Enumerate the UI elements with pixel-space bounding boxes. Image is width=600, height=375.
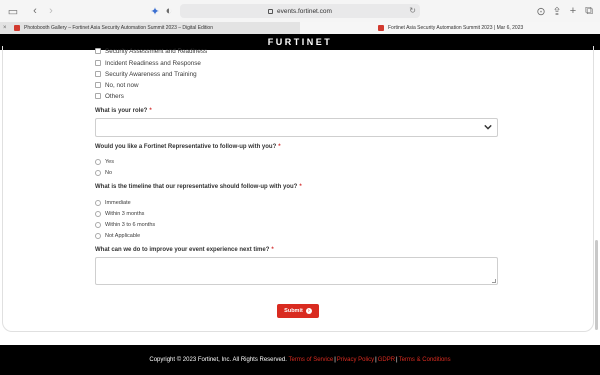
tab-photobooth-gallery[interactable]: × Photobooth Gallery – Fortinet Asia Sec… bbox=[0, 22, 300, 34]
required-mark: * bbox=[271, 247, 274, 253]
checkbox-label: Security Assessment and Readiness bbox=[105, 47, 208, 55]
checkbox[interactable] bbox=[95, 71, 101, 77]
close-icon[interactable]: × bbox=[3, 25, 7, 31]
site-footer: Copyright © 2023 Fortinet, Inc. All Righ… bbox=[0, 345, 600, 375]
download-icon[interactable]: ⊙ bbox=[536, 4, 546, 18]
separator: | bbox=[334, 357, 336, 363]
submit-button[interactable]: Submit › bbox=[277, 304, 319, 318]
separator: | bbox=[396, 357, 398, 363]
checkbox-option[interactable]: No, not now bbox=[95, 81, 139, 89]
tab-title: Fortinet Asia Security Automation Summit… bbox=[388, 25, 524, 31]
checkbox-label: Incident Readiness and Response bbox=[105, 59, 201, 67]
radio-option[interactable]: Immediate bbox=[95, 199, 131, 207]
role-question: What is your role? * bbox=[95, 108, 152, 114]
share-icon[interactable]: ⇪ bbox=[552, 4, 562, 18]
checkbox-option[interactable]: Security Assessment and Readiness bbox=[95, 47, 207, 55]
required-mark: * bbox=[299, 184, 302, 190]
copyright-text: Copyright © 2023 Fortinet, Inc. All Righ… bbox=[149, 357, 287, 363]
radio-option[interactable]: Yes bbox=[95, 158, 114, 166]
question-text: What can we do to improve your event exp… bbox=[95, 247, 270, 253]
radio-button[interactable] bbox=[95, 211, 101, 217]
form-container: Security Assessment and Readiness Incide… bbox=[0, 46, 600, 334]
radio-button[interactable] bbox=[95, 159, 101, 165]
radio-label: Within 3 to 6 months bbox=[105, 222, 156, 228]
radio-option[interactable]: Not Applicable bbox=[95, 232, 140, 240]
submit-label: Submit bbox=[284, 308, 303, 314]
shield-icon[interactable]: ◐ bbox=[164, 4, 174, 18]
terms-of-service-link[interactable]: Terms of Service bbox=[289, 357, 334, 363]
fortinet-favicon-icon bbox=[378, 25, 384, 31]
checkbox-option[interactable]: Incident Readiness and Response bbox=[95, 59, 201, 67]
new-tab-icon[interactable]: + bbox=[568, 4, 578, 18]
reload-icon[interactable]: ↻ bbox=[409, 6, 416, 15]
question-text: What is your role? bbox=[95, 108, 148, 114]
required-mark: * bbox=[149, 108, 152, 114]
checkbox[interactable] bbox=[95, 60, 101, 66]
radio-option[interactable]: Within 3 to 6 months bbox=[95, 221, 155, 229]
resize-handle-icon[interactable] bbox=[492, 279, 496, 283]
lock-icon bbox=[268, 8, 274, 14]
checkbox-label: No, not now bbox=[105, 81, 139, 89]
radio-option[interactable]: No bbox=[95, 169, 112, 177]
gdpr-link[interactable]: GDPR bbox=[378, 357, 395, 363]
arrow-right-icon: › bbox=[305, 308, 312, 314]
sidebar-toggle-icon[interactable]: ▭ bbox=[6, 4, 20, 18]
separator: | bbox=[375, 357, 377, 363]
tab-summit[interactable]: Fortinet Asia Security Automation Summit… bbox=[300, 22, 600, 34]
checkbox[interactable] bbox=[95, 48, 101, 54]
question-text: Would you like a Fortinet Representative… bbox=[95, 144, 277, 150]
tab-bar: × Photobooth Gallery – Fortinet Asia Sec… bbox=[0, 22, 600, 34]
fortinet-favicon-icon bbox=[14, 25, 20, 31]
required-mark: * bbox=[278, 144, 281, 150]
checkbox-label: Others bbox=[105, 92, 124, 100]
question-text: What is the timeline that our representa… bbox=[95, 184, 298, 190]
checkbox[interactable] bbox=[95, 93, 101, 99]
checkbox-label: Security Awareness and Training bbox=[105, 70, 197, 78]
back-arrow-icon[interactable]: ‹ bbox=[30, 4, 40, 18]
radio-label: No bbox=[105, 170, 113, 176]
tab-title: Photobooth Gallery – Fortinet Asia Secur… bbox=[24, 25, 213, 31]
radio-button[interactable] bbox=[95, 222, 101, 228]
forward-arrow-icon[interactable]: › bbox=[46, 4, 56, 18]
followup-question: Would you like a Fortinet Representative… bbox=[95, 144, 281, 150]
radio-button[interactable] bbox=[95, 233, 101, 239]
extension-icon[interactable]: ✦ bbox=[150, 4, 160, 18]
address-bar[interactable]: events.fortinet.com ↻ bbox=[180, 4, 420, 18]
radio-button[interactable] bbox=[95, 200, 101, 206]
browser-toolbar: ▭ ‹ › ✦ ◐ events.fortinet.com ↻ ⊙ ⇪ + ⧉ bbox=[0, 0, 600, 22]
terms-conditions-link[interactable]: Terms & Conditions bbox=[399, 357, 451, 363]
url-text: events.fortinet.com bbox=[277, 7, 332, 15]
role-select[interactable] bbox=[95, 118, 498, 137]
checkbox-option[interactable]: Others bbox=[95, 92, 124, 100]
privacy-policy-link[interactable]: Privacy Policy bbox=[337, 357, 374, 363]
radio-label: Not Applicable bbox=[105, 233, 141, 239]
chevron-down-icon bbox=[484, 124, 492, 130]
radio-button[interactable] bbox=[95, 170, 101, 176]
checkbox[interactable] bbox=[95, 82, 101, 88]
feedback-textarea[interactable] bbox=[95, 257, 498, 285]
tab-overview-icon[interactable]: ⧉ bbox=[584, 4, 594, 18]
radio-label: Within 3 months bbox=[105, 211, 145, 217]
page-scrollbar[interactable] bbox=[595, 240, 598, 330]
radio-label: Immediate bbox=[105, 200, 131, 206]
radio-option[interactable]: Within 3 months bbox=[95, 210, 144, 218]
radio-label: Yes bbox=[105, 159, 114, 165]
timeline-question: What is the timeline that our representa… bbox=[95, 184, 302, 190]
checkbox-option[interactable]: Security Awareness and Training bbox=[95, 70, 197, 78]
improve-question: What can we do to improve your event exp… bbox=[95, 247, 274, 253]
